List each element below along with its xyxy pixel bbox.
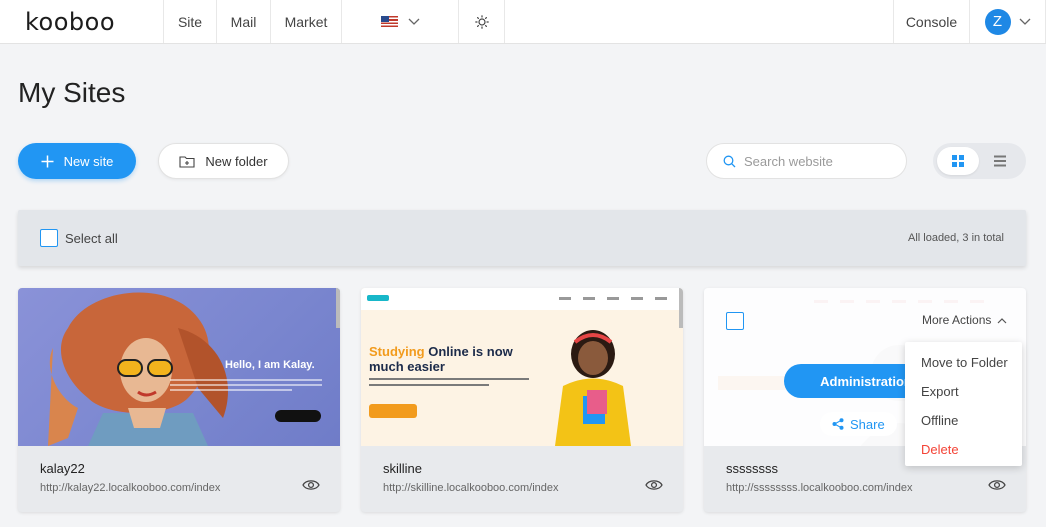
site-select-checkbox[interactable]	[726, 312, 744, 330]
nav-market[interactable]: Market	[271, 0, 342, 43]
list-view-icon	[994, 155, 1006, 167]
site-url[interactable]: http://kalay22.localkooboo.com/index	[40, 482, 220, 494]
preview-headline: Studying Online is now much easier	[369, 344, 539, 374]
chevron-up-icon	[997, 317, 1007, 323]
select-all-checkbox[interactable]	[40, 229, 58, 247]
search-input[interactable]	[744, 153, 894, 169]
site-url[interactable]: http://skilline.localkooboo.com/index	[383, 482, 558, 494]
site-thumbnail: Hello, I am Kalay.	[18, 288, 340, 446]
preview-button	[275, 410, 321, 422]
site-card-skilline[interactable]: Studying Online is now much easier skill…	[361, 288, 683, 512]
new-folder-button[interactable]: New folder	[158, 143, 289, 179]
thumbnail-scrollbar	[336, 288, 340, 328]
sun-icon	[474, 14, 489, 29]
thumbnail-scrollbar	[679, 288, 683, 328]
preview-button	[369, 404, 417, 418]
preview-menu	[559, 297, 667, 300]
more-actions-button[interactable]: More Actions	[922, 313, 1007, 327]
site-card-kalay22[interactable]: Hello, I am Kalay. kalay22 http://kalay2…	[18, 288, 340, 512]
list-view-button[interactable]	[979, 147, 1021, 175]
preview-header	[361, 288, 683, 310]
load-status: All loaded, 3 in total	[907, 232, 1004, 244]
portrait-illustration	[48, 292, 228, 446]
chevron-down-icon	[1019, 18, 1030, 25]
site-name[interactable]: kalay22	[40, 461, 85, 476]
menu-item-export[interactable]: Export	[905, 377, 1022, 406]
grid-view-button[interactable]	[937, 147, 979, 175]
share-label: Share	[850, 416, 885, 432]
eye-icon[interactable]	[988, 478, 1006, 492]
preview-headline: Hello, I am Kalay.	[225, 359, 315, 371]
user-menu[interactable]: Z	[970, 0, 1046, 43]
theme-toggle[interactable]	[459, 0, 505, 43]
more-actions-menu: Move to Folder Export Offline Delete	[905, 342, 1022, 466]
site-url[interactable]: http://ssssssss.localkooboo.com/index	[726, 482, 912, 494]
student-illustration	[555, 330, 631, 446]
menu-item-offline[interactable]: Offline	[905, 406, 1022, 435]
menu-item-move-to-folder[interactable]: Move to Folder	[905, 348, 1022, 377]
more-actions-label: More Actions	[922, 313, 992, 327]
site-thumbnail: Studying Online is now much easier	[361, 288, 683, 446]
language-selector[interactable]	[342, 0, 459, 43]
selection-bar: Select all All loaded, 3 in total	[18, 210, 1026, 266]
search-box	[706, 143, 907, 179]
new-site-label: New site	[63, 153, 114, 169]
preview-headline-accent: Studying	[369, 344, 425, 359]
chevron-down-icon	[408, 18, 419, 25]
new-site-button[interactable]: New site	[18, 143, 136, 179]
new-folder-label: New folder	[205, 153, 268, 169]
menu-item-delete[interactable]: Delete	[905, 435, 1022, 464]
page-title: My Sites	[18, 77, 126, 108]
select-all-label[interactable]: Select all	[65, 231, 118, 246]
preview-logo	[367, 295, 389, 301]
folder-add-icon	[179, 155, 195, 168]
nav-mail[interactable]: Mail	[217, 0, 271, 43]
site-name[interactable]: skilline	[383, 461, 422, 476]
kooboo-logo[interactable]: kooboo	[0, 0, 164, 43]
preview-text-lines	[369, 378, 529, 390]
eye-icon[interactable]	[302, 478, 320, 492]
avatar: Z	[984, 8, 1011, 35]
nav-console[interactable]: Console	[893, 0, 970, 43]
share-button[interactable]: Share	[820, 412, 897, 436]
top-bar: kooboo Site Mail Market Console Z	[0, 0, 1046, 44]
share-icon	[832, 418, 844, 430]
plus-icon	[41, 155, 54, 167]
us-flag-icon	[380, 16, 398, 27]
search-icon	[723, 155, 736, 167]
grid-view-icon	[952, 155, 964, 167]
view-toggle	[933, 143, 1026, 179]
site-name[interactable]: ssssssss	[726, 461, 778, 476]
eye-icon[interactable]	[645, 478, 663, 492]
preview-text-lines	[170, 379, 322, 394]
nav-site[interactable]: Site	[164, 0, 217, 43]
